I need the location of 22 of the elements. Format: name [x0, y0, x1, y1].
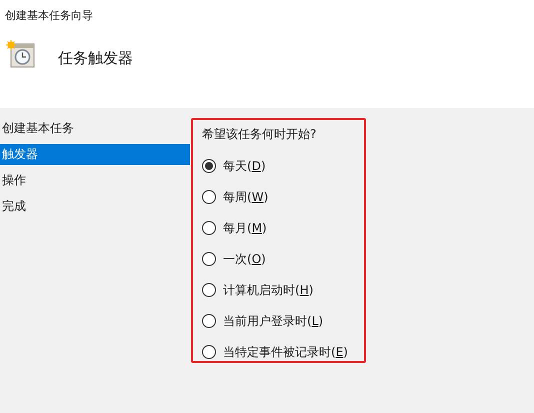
- radio-button[interactable]: [202, 190, 216, 204]
- radio-button[interactable]: [202, 158, 216, 172]
- page-heading: 任务触发器: [58, 48, 133, 68]
- radio-button[interactable]: [202, 220, 216, 234]
- sidebar-item[interactable]: 操作: [0, 170, 190, 191]
- option-label[interactable]: 一次(O): [223, 250, 266, 266]
- sidebar-item[interactable]: 完成: [0, 196, 190, 217]
- radio-button[interactable]: [202, 252, 216, 266]
- radio-button[interactable]: [202, 282, 216, 296]
- option-label[interactable]: 每月(M): [223, 220, 267, 236]
- option-label[interactable]: 当前用户登录时(L): [223, 312, 324, 328]
- option-label[interactable]: 计算机启动时(H): [223, 282, 314, 298]
- radio-button[interactable]: [202, 314, 216, 328]
- option-label[interactable]: 每天(D): [223, 158, 266, 174]
- sidebar-item[interactable]: 创建基本任务: [0, 118, 190, 139]
- clock-icon: [6, 40, 36, 70]
- question-text: 希望该任务何时开始?: [202, 126, 316, 142]
- sidebar-item[interactable]: 触发器: [0, 144, 190, 165]
- window-title: 创建基本任务向导: [5, 9, 93, 23]
- radio-button[interactable]: [202, 344, 216, 358]
- option-label[interactable]: 每周(W): [223, 188, 268, 204]
- option-label[interactable]: 当特定事件被记录时(E): [223, 344, 348, 360]
